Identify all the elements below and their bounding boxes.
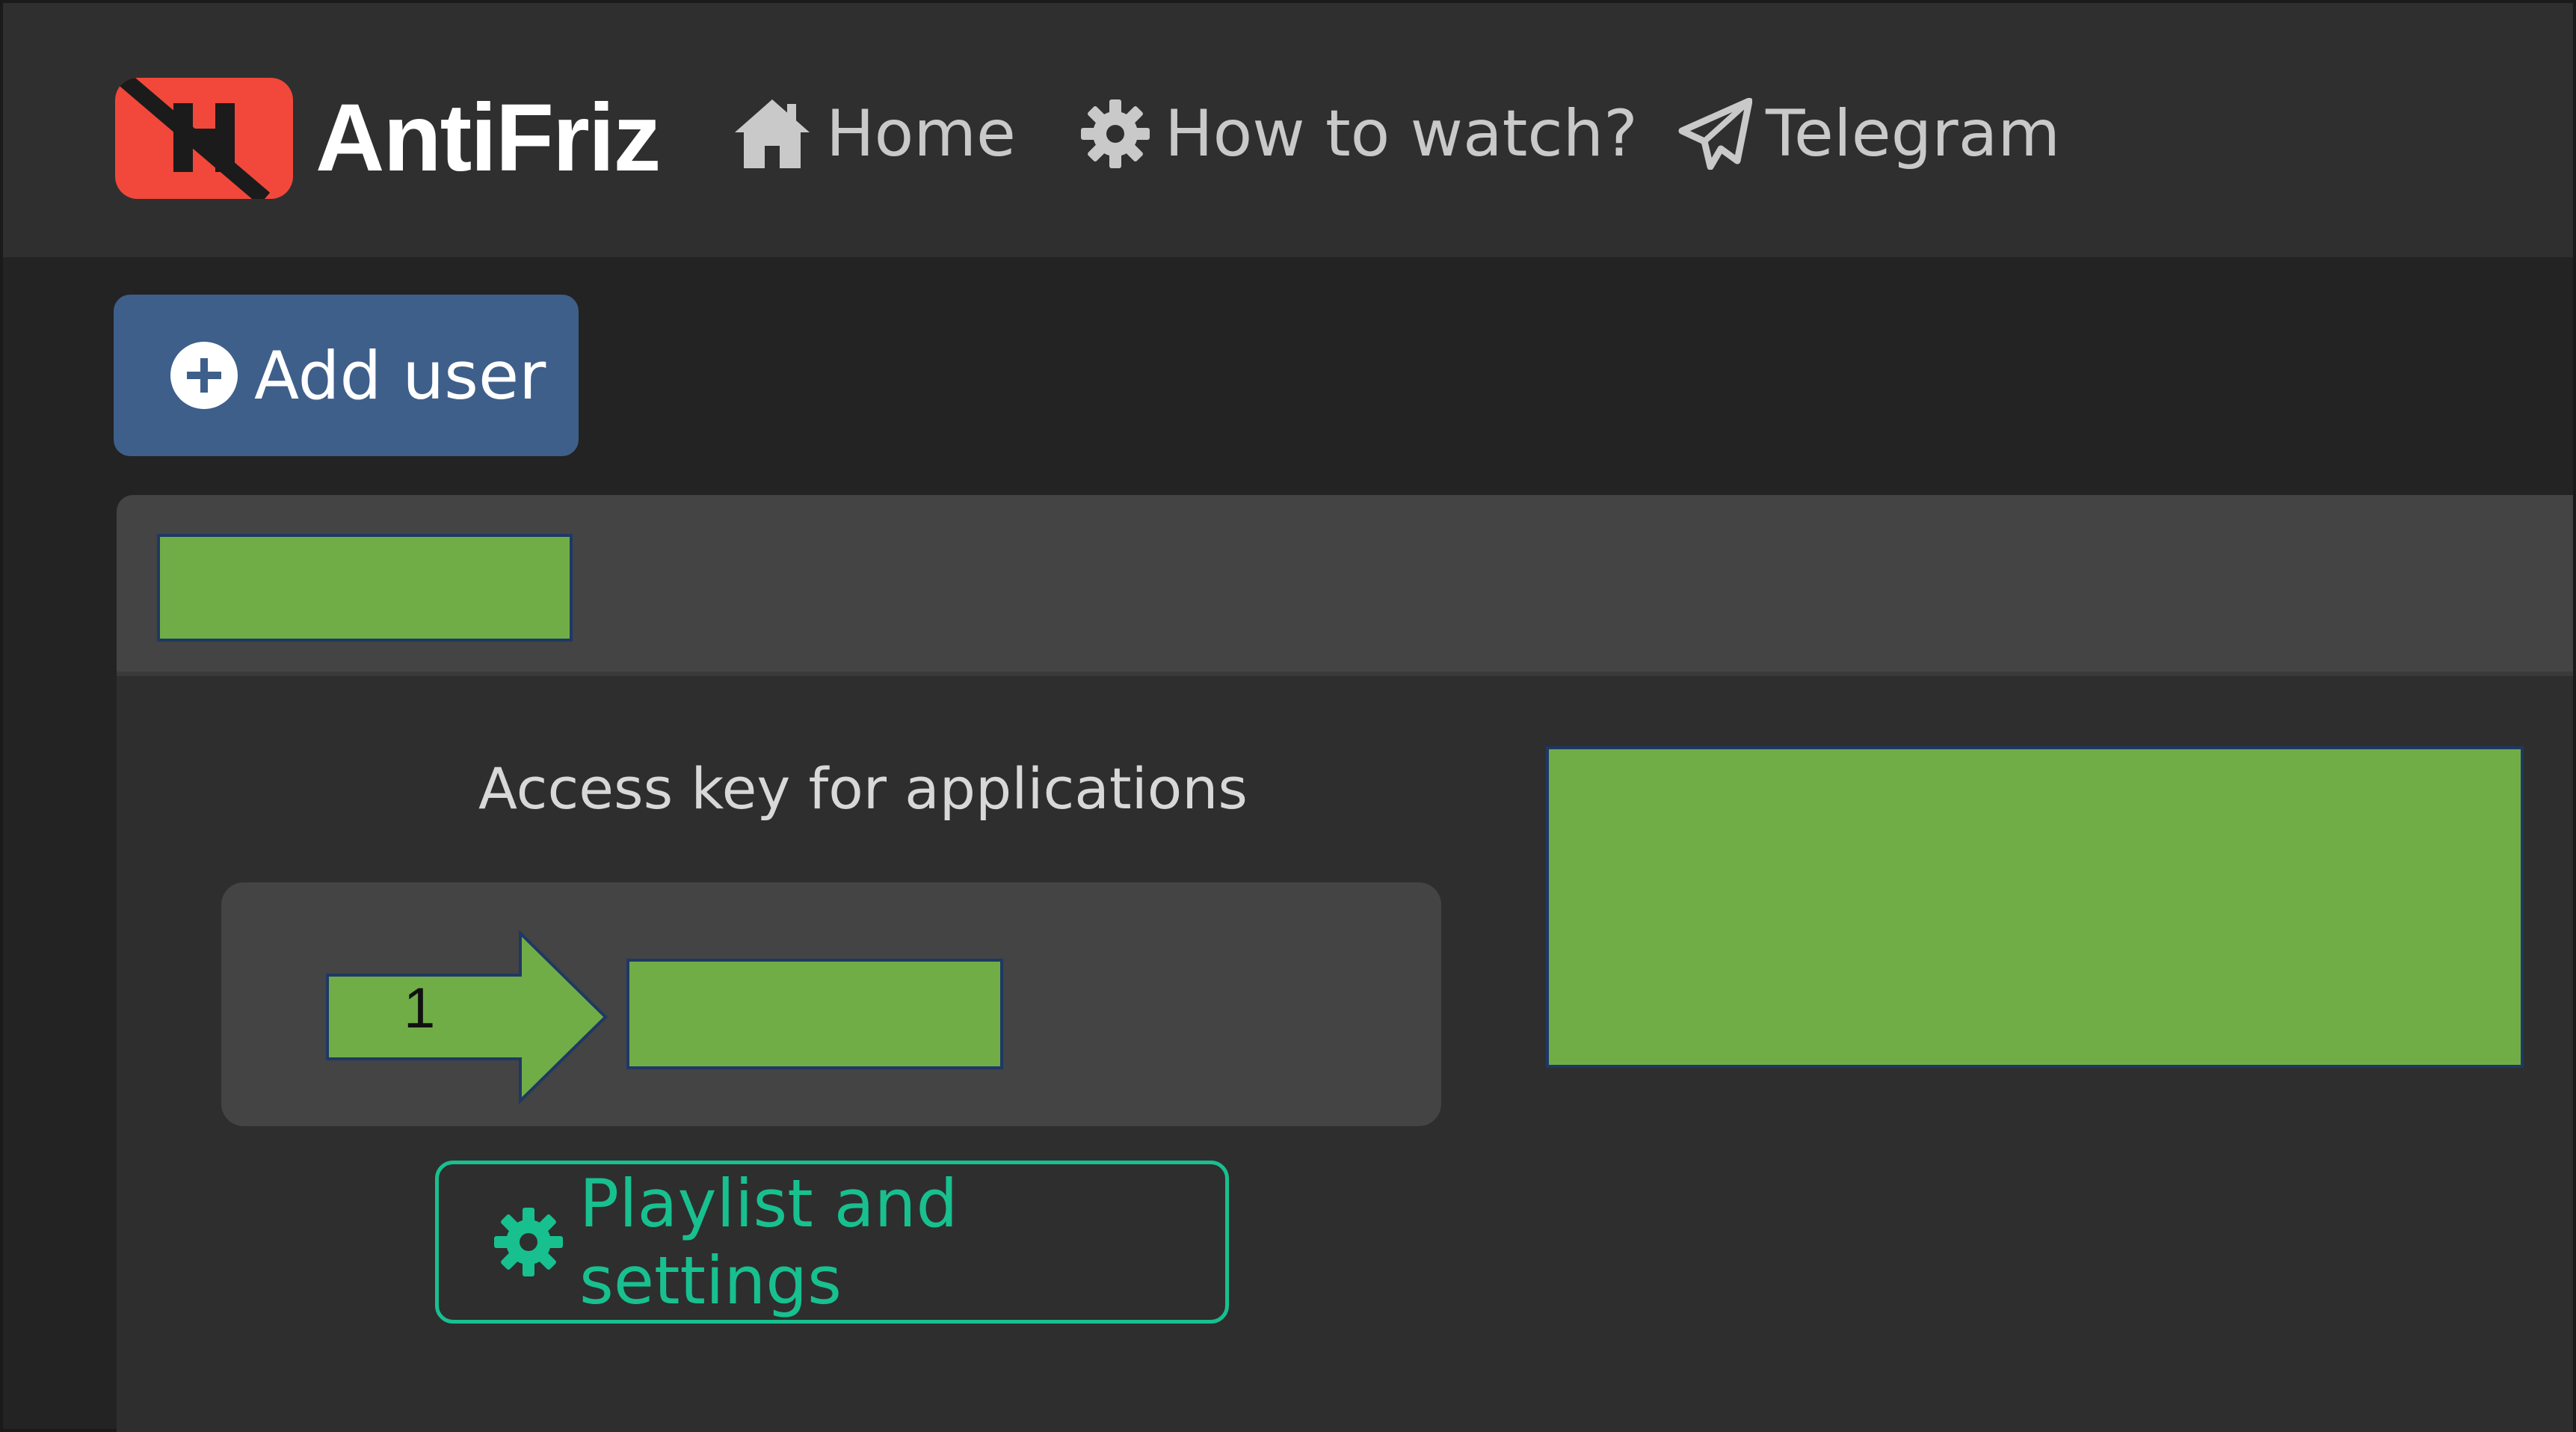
gear-icon [1079, 98, 1151, 170]
callout-arrow [326, 930, 608, 1104]
nav-telegram-label: Telegram [1766, 96, 2061, 171]
callout-number: 1 [404, 977, 436, 1040]
redacted-access-key[interactable] [626, 959, 1003, 1069]
user-card-header [117, 495, 2573, 676]
nav-how-to-watch-label: How to watch? [1165, 96, 1638, 171]
redacted-username [157, 534, 573, 642]
playlist-settings-button[interactable]: Playlist and settings [435, 1161, 1229, 1324]
gear-icon [493, 1206, 564, 1278]
top-navbar: AntiFriz Home How to watch? Telegram [3, 3, 2573, 257]
nav-telegram[interactable]: Telegram [1677, 85, 2060, 182]
redacted-qr-area [1546, 746, 2524, 1068]
paper-plane-icon [1677, 98, 1752, 170]
playlist-settings-label: Playlist and settings [579, 1165, 958, 1319]
access-key-label: Access key for applications [478, 755, 1248, 822]
plus-circle-icon [169, 340, 239, 411]
nav-how-to-watch[interactable]: How to watch? [1079, 85, 1638, 182]
add-user-button[interactable]: Add user [114, 295, 579, 456]
brand[interactable]: AntiFriz [115, 75, 661, 202]
logo-icon [115, 78, 293, 199]
brand-name: AntiFriz [315, 84, 661, 191]
home-icon [732, 96, 813, 171]
nav-home[interactable]: Home [732, 85, 1016, 182]
nav-home-label: Home [826, 96, 1016, 171]
add-user-label: Add user [254, 337, 546, 414]
